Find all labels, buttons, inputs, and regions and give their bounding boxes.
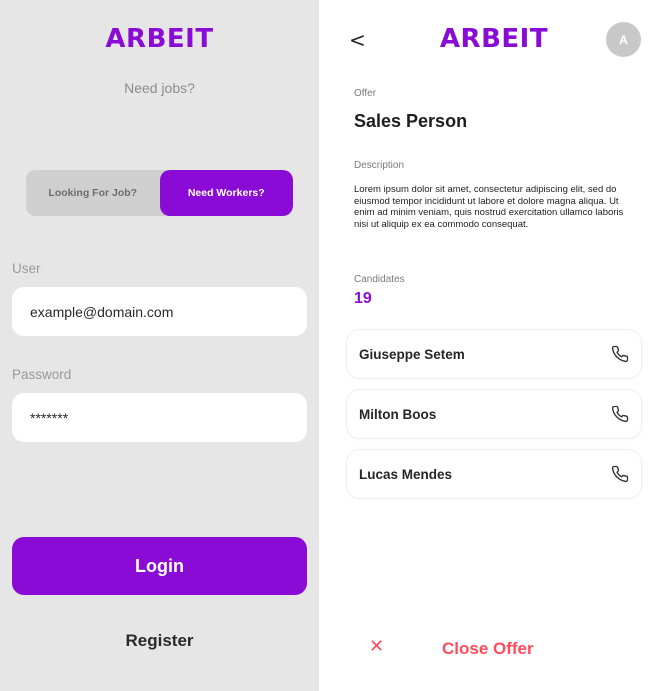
description-text: Lorem ipsum dolor sit amet, consectetur … bbox=[354, 184, 624, 230]
candidate-name: Milton Boos bbox=[359, 406, 437, 422]
offer-title: Sales Person bbox=[354, 111, 468, 131]
candidate-name: Lucas Mendes bbox=[359, 466, 453, 482]
user-field[interactable]: example@domain.com bbox=[12, 287, 307, 336]
tagline: Need jobs? bbox=[124, 80, 195, 96]
avatar[interactable]: A bbox=[606, 22, 641, 57]
close-offer-button[interactable]: Close Offer bbox=[442, 639, 534, 659]
candidate-card[interactable]: Giuseppe Setem bbox=[346, 329, 642, 379]
offer-screen: < ARBEIT A Offer Sales Person Descriptio… bbox=[319, 0, 655, 691]
candidates-count: 19 bbox=[354, 290, 372, 307]
candidates-label: Candidates bbox=[354, 274, 405, 285]
description-label: Description bbox=[354, 160, 405, 171]
user-label: User bbox=[12, 261, 41, 276]
toggle-need-workers[interactable]: Need Workers? bbox=[159, 170, 293, 216]
login-screen: ARBEIT Need jobs? Looking For Job? Need … bbox=[0, 0, 319, 691]
candidate-name: Giuseppe Setem bbox=[359, 346, 465, 362]
register-link[interactable]: Register bbox=[0, 631, 319, 651]
candidate-card[interactable]: Lucas Mendes bbox=[346, 449, 642, 499]
phone-icon[interactable] bbox=[611, 405, 629, 423]
phone-icon[interactable] bbox=[611, 465, 629, 483]
candidate-card[interactable]: Milton Boos bbox=[346, 389, 642, 439]
close-icon[interactable]: ✕ bbox=[369, 636, 384, 657]
app-logo: ARBEIT bbox=[105, 24, 214, 54]
login-button[interactable]: Login bbox=[12, 537, 307, 595]
phone-icon[interactable] bbox=[611, 345, 629, 363]
role-toggle: Looking For Job? Need Workers? bbox=[26, 170, 293, 216]
password-field[interactable]: ******* bbox=[12, 393, 307, 442]
toggle-looking-for-job[interactable]: Looking For Job? bbox=[26, 170, 160, 216]
offer-label: Offer bbox=[354, 88, 377, 99]
app-logo: ARBEIT bbox=[439, 24, 549, 54]
password-label: Password bbox=[12, 367, 72, 382]
